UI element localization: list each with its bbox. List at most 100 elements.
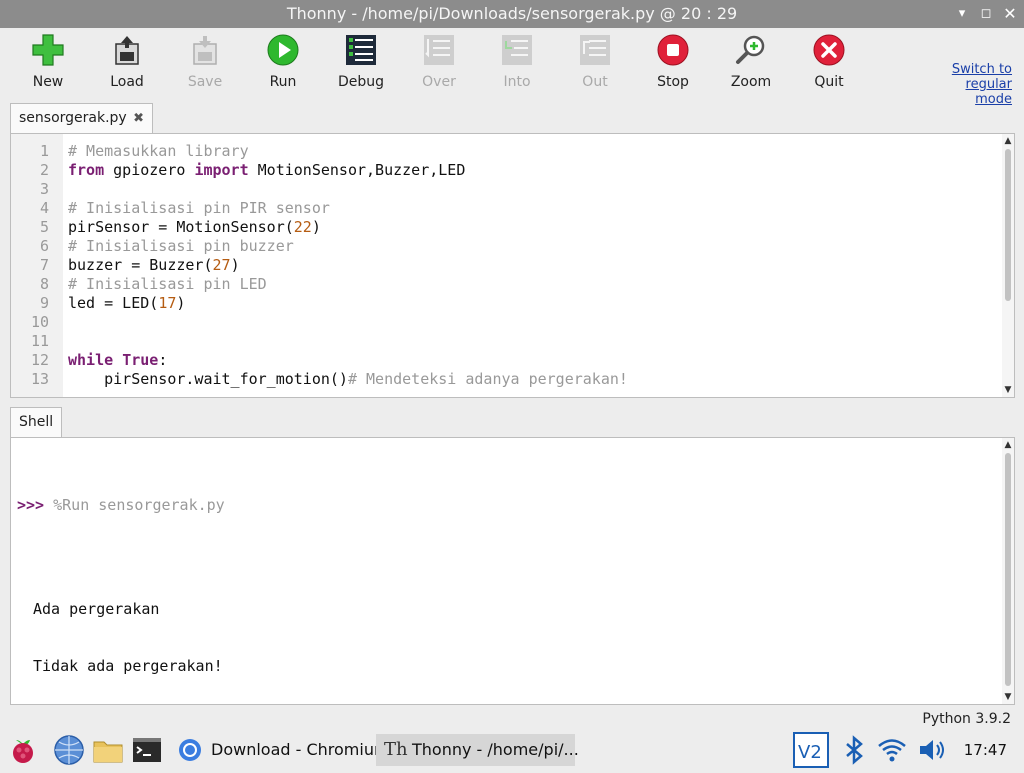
step-out-icon [579,34,611,66]
line-number: 3 [39,180,49,198]
step-out-label: Out [582,74,608,90]
stop-button[interactable]: Stop [641,34,705,90]
line-numbers: 1 2 3 4 5 6 7 8 9 10 11 12 13 [11,142,49,389]
zoom-icon [735,34,767,66]
quit-label: Quit [814,74,844,90]
svg-text:V2: V2 [798,742,822,763]
shell-scrollbar[interactable]: ▲ ▼ [1002,438,1014,704]
shell-panel[interactable]: >>> %Run sensorgerak.py Ada pergerakan T… [10,437,1015,705]
bluetooth-icon[interactable] [838,734,870,766]
scroll-up-icon[interactable]: ▲ [1003,440,1013,450]
zoom-label: Zoom [730,74,772,90]
tab-label: sensorgerak.py [19,110,127,126]
code-area[interactable]: # Memasukkan library from gpiozero import… [68,142,628,389]
interpreter-status[interactable]: Python 3.9.2 [922,711,1011,727]
wifi-icon[interactable] [876,734,908,766]
code-line[interactable]: # Inisialisasi pin PIR sensor [68,199,628,218]
step-out-button[interactable]: Out [563,34,627,90]
save-button[interactable]: Save [173,34,237,90]
web-browser-icon[interactable] [53,734,85,766]
shell-tab-label: Shell [19,414,54,430]
thonny-icon: Th [384,739,408,760]
line-number: 2 [39,161,49,179]
code-line[interactable]: from gpiozero import MotionSensor,Buzzer… [68,161,628,180]
taskbar-chromium-button[interactable]: Download - Chromium [176,734,390,766]
debug-icon [345,34,377,66]
switch-mode-line-3: mode [975,92,1012,107]
code-line[interactable]: pirSensor = MotionSensor(22) [68,218,628,237]
code-editor[interactable]: 1 2 3 4 5 6 7 8 9 10 11 12 13 # Memasukkan library fr… [10,133,1015,398]
step-over-button[interactable]: Over [407,34,471,90]
stop-label: Stop [657,74,689,90]
load-icon [111,34,143,66]
load-button[interactable]: Load [95,34,159,90]
shell-prompt: >>> [17,496,45,514]
code-line[interactable]: led = LED(17) [68,294,628,313]
step-into-label: Into [503,74,531,90]
code-line[interactable]: pirSensor.wait_for_motion()# Mendeteksi … [68,370,628,389]
editor-scrollbar[interactable]: ▲ ▼ [1002,134,1014,397]
line-number: 9 [39,294,49,312]
quit-button[interactable]: Quit [797,34,861,90]
code-line[interactable] [68,332,628,351]
new-label: New [32,74,64,90]
code-line[interactable]: # Inisialisasi pin buzzer [68,237,628,256]
window-title: Thonny - /home/pi/Downloads/sensorgerak.… [286,4,738,23]
raspberry-menu-icon[interactable] [7,734,39,766]
chromium-task-label: Download - Chromium [211,740,390,759]
scroll-down-icon[interactable]: ▼ [1003,385,1013,395]
code-line[interactable]: # Inisialisasi pin LED [68,275,628,294]
line-number: 6 [39,237,49,255]
shell-output[interactable]: >>> %Run sensorgerak.py Ada pergerakan T… [17,458,225,704]
editor-scroll-thumb[interactable] [1005,149,1011,301]
volume-icon[interactable] [916,734,948,766]
line-number: 12 [30,351,49,369]
zoom-button[interactable]: Zoom [719,34,783,90]
line-number: 1 [39,142,49,160]
tab-close-icon[interactable]: ✖ [133,111,144,126]
code-line[interactable] [68,180,628,199]
line-number-gutter: 1 2 3 4 5 6 7 8 9 10 11 12 13 [11,134,63,397]
load-label: Load [110,74,144,90]
step-into-icon [501,34,533,66]
shell-run-command: %Run sensorgerak.py [53,496,225,514]
step-over-label: Over [422,74,456,90]
vnc-icon[interactable]: V2 [793,732,829,768]
maximize-icon[interactable]: ◻ [976,4,996,24]
line-number: 4 [39,199,49,217]
tab-sensorgerak[interactable]: sensorgerak.py ✖ [10,103,154,133]
quit-icon [813,34,845,66]
taskbar: Download - Chromium Th Thonny - /home/pi… [0,732,1024,768]
code-line[interactable]: # Memasukkan library [68,142,628,161]
debug-label: Debug [337,74,385,90]
line-number: 5 [39,218,49,236]
file-manager-icon[interactable] [92,734,124,766]
switch-mode-link[interactable]: Switch to regular mode [952,62,1012,107]
minimize-icon[interactable]: ▾ [952,4,972,24]
clock[interactable]: 17:47 [964,741,1007,759]
step-into-button[interactable]: Into [485,34,549,90]
line-number: 7 [39,256,49,274]
switch-mode-line-1: Switch to [951,62,1012,77]
line-number: 13 [30,370,49,388]
stop-icon [657,34,689,66]
new-button[interactable]: New [16,34,80,90]
run-button[interactable]: Run [251,34,315,90]
shell-output-line: Ada pergerakan [33,600,160,618]
run-label: Run [269,74,297,90]
taskbar-thonny-button[interactable]: Th Thonny - /home/pi/... [376,734,579,766]
terminal-icon[interactable] [131,734,163,766]
code-line[interactable] [68,313,628,332]
scroll-down-icon[interactable]: ▼ [1003,692,1013,702]
step-over-icon [423,34,455,66]
save-icon [189,34,221,66]
line-number: 11 [30,332,49,350]
debug-button[interactable]: Debug [329,34,393,90]
tab-shell[interactable]: Shell [10,407,63,437]
scroll-up-icon[interactable]: ▲ [1003,136,1013,146]
toolbar: New Load Save Run Debug Over Into Out St… [0,28,1024,107]
close-icon[interactable]: ✕ [1000,4,1020,24]
code-line[interactable]: while True: [68,351,628,370]
shell-scroll-thumb[interactable] [1005,453,1011,686]
code-line[interactable]: buzzer = Buzzer(27) [68,256,628,275]
